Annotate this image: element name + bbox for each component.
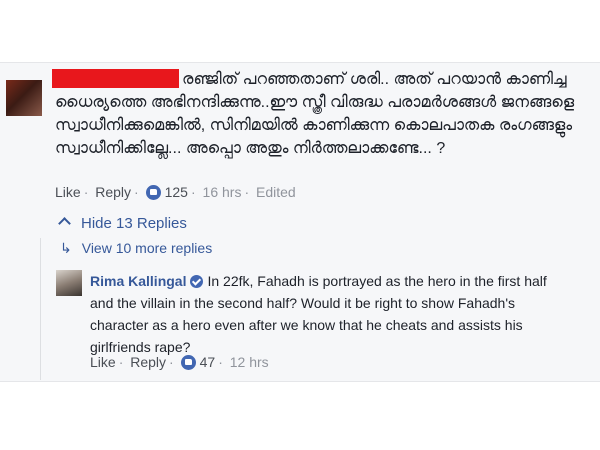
reply-actions: Like · Reply · 47 · 12 hrs xyxy=(90,354,269,370)
chevron-up-icon xyxy=(58,217,71,230)
reply-comment: Rima Kallingal In 22fk, Fahadh is portray… xyxy=(90,270,560,358)
hide-replies-label: Hide 13 Replies xyxy=(81,215,187,232)
reply-author-avatar[interactable] xyxy=(56,270,82,296)
commenter-avatar[interactable] xyxy=(6,80,42,116)
like-button[interactable]: Like xyxy=(55,184,81,200)
verified-badge-icon xyxy=(190,275,204,288)
view-more-replies-link[interactable]: ↳ View 10 more replies xyxy=(60,240,212,257)
reply-author-name[interactable]: Rima Kallingal xyxy=(90,273,186,289)
reply-button[interactable]: Reply xyxy=(95,184,131,200)
top-comment-actions: Like · Reply · 125 · 16 hrs · Edited xyxy=(55,184,296,200)
reply-timestamp[interactable]: 12 hrs xyxy=(230,354,269,370)
reply-like-button[interactable]: Like xyxy=(90,354,116,370)
reply-reply-button[interactable]: Reply xyxy=(130,354,166,370)
hide-replies-link[interactable]: Hide 13 Replies xyxy=(58,215,187,232)
thumbs-up-icon xyxy=(180,355,196,370)
reply-arrow-icon: ↳ xyxy=(60,240,72,256)
comment-timestamp[interactable]: 16 hrs xyxy=(203,184,242,200)
reply-thread-line xyxy=(40,238,41,380)
like-count[interactable]: 125 xyxy=(165,184,188,200)
redacted-commenter-name xyxy=(52,69,179,88)
reply-like-count[interactable]: 47 xyxy=(200,354,216,370)
edited-label[interactable]: Edited xyxy=(256,184,296,200)
thumbs-up-icon xyxy=(145,185,161,200)
view-more-label: View 10 more replies xyxy=(81,240,213,256)
